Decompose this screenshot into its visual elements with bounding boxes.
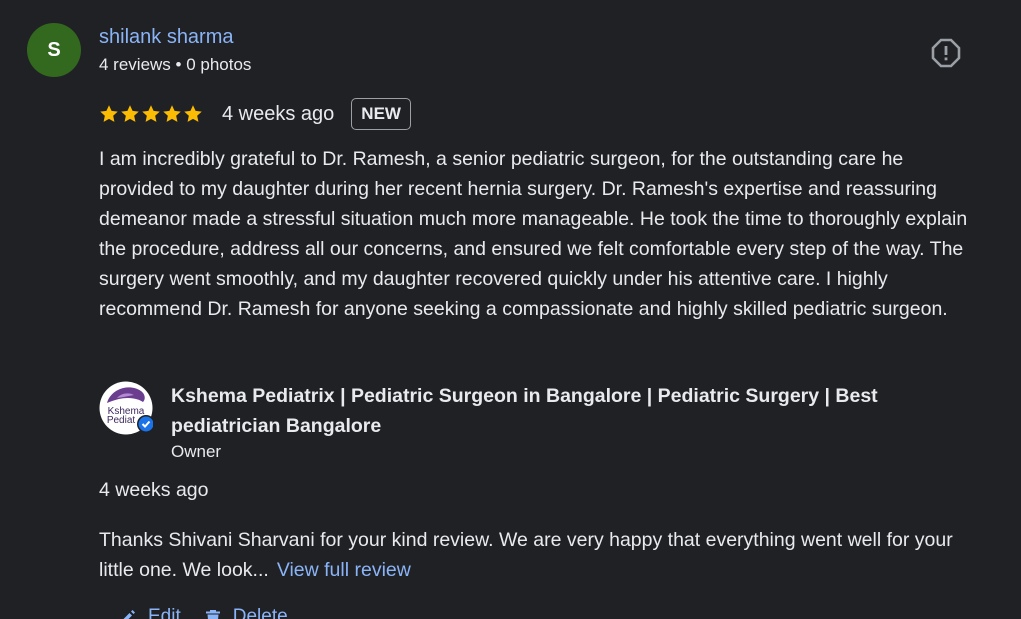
rating-row: 4 weeks ago NEW xyxy=(99,97,411,131)
owner-role: Owner xyxy=(171,442,222,461)
delete-label: Delete xyxy=(232,606,288,619)
edit-button[interactable]: Edit xyxy=(118,606,181,619)
new-badge: NEW xyxy=(351,98,411,130)
view-full-review-link[interactable]: View full review xyxy=(277,559,411,581)
reply-text: Thanks Shivani Sharvani for your kind re… xyxy=(99,529,953,581)
delete-button[interactable]: Delete xyxy=(203,606,288,619)
owner-name: Kshema Pediatrix | Pediatric Surgeon in … xyxy=(171,385,878,437)
reviewer-meta: 4 reviews • 0 photos xyxy=(99,55,252,74)
reviewer-initial: S xyxy=(47,38,61,61)
star-icon xyxy=(100,105,118,122)
review-actions: Edit Delete xyxy=(118,606,288,619)
report-icon[interactable] xyxy=(930,37,962,69)
edit-label: Edit xyxy=(148,606,181,619)
review-time: 4 weeks ago xyxy=(222,102,335,125)
star-rating xyxy=(99,104,203,124)
review-text: I am incredibly grateful to Dr. Ramesh, … xyxy=(99,148,968,320)
star-icon xyxy=(163,105,181,122)
reviewer-avatar[interactable]: S xyxy=(27,23,81,77)
owner-logo: Kshema Pediat xyxy=(99,381,153,435)
owner-logo-line2: Pediat xyxy=(107,415,136,426)
reply-time: 4 weeks ago xyxy=(99,479,209,501)
pencil-icon xyxy=(123,610,135,619)
star-icon xyxy=(121,105,139,122)
star-icon xyxy=(142,105,160,122)
trash-icon xyxy=(205,610,220,619)
reviewer-name-link[interactable]: shilank sharma xyxy=(99,26,234,49)
star-icon xyxy=(184,105,202,122)
review-card: S shilank sharma 4 reviews • 0 photos 4 … xyxy=(0,0,1021,619)
owner-reply: Thanks Shivani Sharvani for your kind re… xyxy=(99,525,979,585)
